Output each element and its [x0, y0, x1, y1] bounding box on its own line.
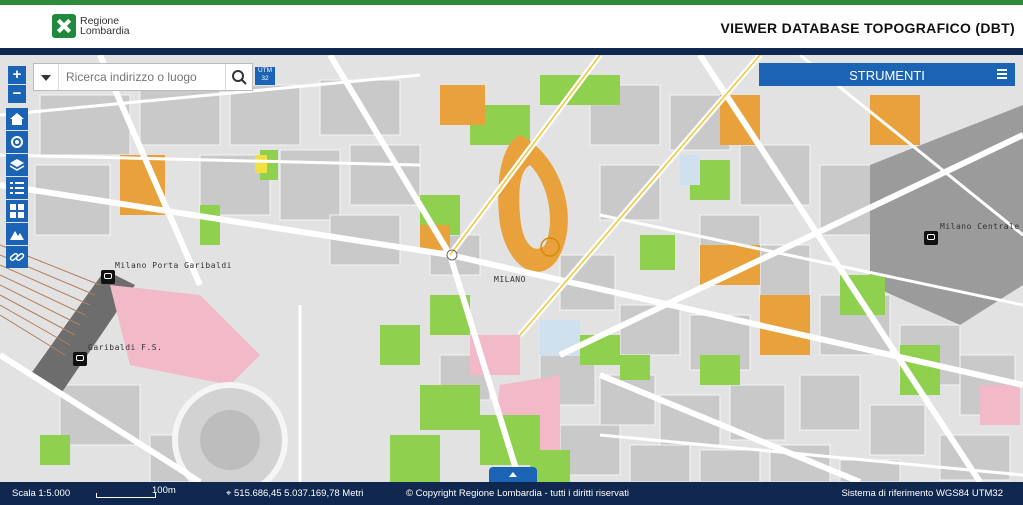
link-button[interactable]: [6, 246, 28, 268]
tools-label: STRUMENTI: [849, 68, 925, 83]
list-icon: [10, 182, 24, 194]
zoom-out-button[interactable]: −: [8, 85, 26, 103]
locate-icon: [11, 136, 23, 148]
home-icon: [10, 113, 24, 125]
page-title: VIEWER DATABASE TOPOGRAFICO (DBT): [720, 20, 1015, 36]
grid-icon: [10, 204, 24, 218]
status-bar: Scala 1:5.000 100m ⌖ 515.686,45 5.037.16…: [0, 482, 1023, 505]
scale-bar: [96, 493, 156, 498]
hamburger-icon: [997, 69, 1007, 80]
terrain-icon: [10, 231, 24, 240]
tools-button[interactable]: STRUMENTI: [759, 63, 1015, 86]
railway-station-icon[interactable]: [73, 352, 87, 366]
layers-button[interactable]: [6, 154, 28, 176]
search-box: [33, 63, 253, 91]
copyright-text: © Copyright Regione Lombardia - tutti i …: [406, 488, 629, 499]
map-toolbar: [6, 108, 30, 269]
search-input[interactable]: [64, 67, 218, 87]
logo-text: Regione Lombardia: [80, 16, 130, 37]
utm-badge[interactable]: UTM 32: [255, 67, 275, 85]
basemap-button[interactable]: [6, 200, 28, 222]
terrain-button[interactable]: [6, 223, 28, 245]
label-milano-porta-garibaldi: Milano Porta Garibaldi: [115, 261, 232, 270]
bottom-panel-toggle[interactable]: [489, 467, 537, 482]
crs-text: Sistema di riferimento WGS84 UTM32: [841, 488, 1003, 499]
regione-lombardia-logo[interactable]: Regione Lombardia: [52, 14, 132, 40]
logo-line2: Lombardia: [80, 25, 130, 37]
search-icon: [232, 70, 247, 85]
zoom-in-button[interactable]: +: [8, 66, 26, 84]
railway-station-icon[interactable]: [101, 270, 115, 284]
scale-text: Scala 1:5.000: [12, 488, 71, 499]
link-icon: [9, 252, 25, 262]
search-mode-dropdown[interactable]: [34, 64, 59, 90]
legend-button[interactable]: [6, 177, 28, 199]
header: Regione Lombardia VIEWER DATABASE TOPOGR…: [0, 5, 1023, 48]
label-milano: MILANO: [494, 275, 526, 284]
coordinates-readout: ⌖ 515.686,45 5.037.169,78 Metri: [226, 488, 363, 499]
locate-button[interactable]: [6, 131, 28, 153]
railway-station-icon[interactable]: [924, 231, 938, 245]
map-canvas[interactable]: Milano Porta Garibaldi Garibaldi F.S. MI…: [0, 55, 1023, 482]
coordinates-value: 515.686,45 5.037.169,78 Metri: [234, 488, 364, 499]
label-milano-centrale: Milano Centrale: [940, 222, 1020, 231]
layers-icon: [9, 159, 25, 171]
search-button[interactable]: [225, 64, 252, 90]
crosshair-icon: ⌖: [226, 488, 232, 499]
home-button[interactable]: [6, 108, 28, 130]
label-garibaldi-fs: Garibaldi F.S.: [88, 343, 163, 352]
scalebar-label: 100m: [152, 485, 176, 496]
header-divider: [0, 48, 1023, 55]
logo-mark-icon: [52, 14, 76, 38]
